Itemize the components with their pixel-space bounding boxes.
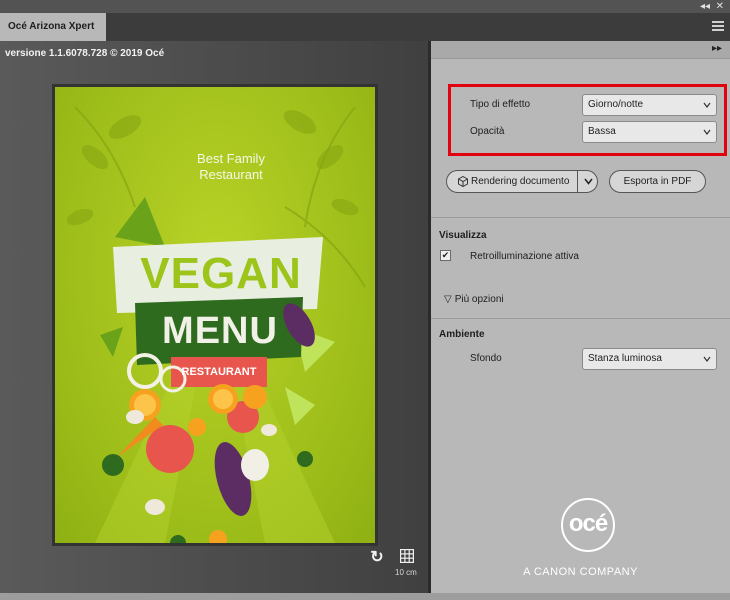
export-pdf-button[interactable]: Esporta in PDF [609,170,706,193]
version-label: versione 1.1.6078.728 © 2019 Océ [5,48,165,59]
scale-label: 10 cm [395,568,417,577]
document-preview: Best Family Restaurant VEGAN MENU RESTAU… [52,84,378,546]
company-tagline: A CANON COMPANY [523,566,638,578]
expand-icon[interactable]: ▸▸ [712,43,722,54]
cube-icon [458,176,468,187]
panel-header: ▸▸ [431,41,730,59]
panel-menu-icon[interactable] [712,21,724,32]
effect-type-label: Tipo di effetto [470,99,531,110]
background-value: Stanza luminosa [588,353,662,364]
opacity-value: Bassa [588,126,616,137]
effect-type-select[interactable]: Giorno/notte [582,94,717,116]
tab-row: Océ Arizona Xpert [0,13,730,41]
opacity-label: Opacità [470,126,505,137]
bottom-bar [0,593,730,600]
collapse-icon[interactable]: ◂◂ [700,0,710,13]
backlight-checkbox[interactable]: ✔ [440,250,451,261]
backlight-label: Retroilluminazione attiva [470,251,579,262]
section-divider [431,217,730,218]
poster-tagline-line2: Restaurant [199,167,263,182]
poster-headline-menu: MENU [162,310,278,352]
chevron-down-icon [703,102,711,108]
preview-pane: versione 1.1.6078.728 © 2019 Océ Best Fa… [0,41,428,593]
more-options-toggle[interactable]: ▽ Più opzioni [444,294,504,305]
rotate-icon[interactable]: ↻ [369,550,385,566]
background-label: Sfondo [470,353,502,364]
poster-image: Best Family Restaurant VEGAN MENU RESTAU… [55,87,375,543]
environment-section-title: Ambiente [439,329,485,340]
chevron-down-icon [703,129,711,135]
title-bar: ◂◂ ✕ [0,0,730,13]
triangle-down-icon: ▽ [444,294,452,305]
render-document-button[interactable]: Rendering documento [446,170,598,193]
section-divider [431,318,730,319]
chevron-down-icon [703,356,711,362]
grid-icon[interactable] [400,549,416,565]
opacity-select[interactable]: Bassa [582,121,717,143]
background-select[interactable]: Stanza luminosa [582,348,717,370]
view-section-title: Visualizza [439,230,487,241]
close-icon[interactable]: ✕ [716,0,724,13]
render-options-chevron-icon[interactable] [584,178,593,185]
poster-tagline-line1: Best Family [197,151,265,166]
poster-badge: RESTAURANT [181,366,257,378]
render-document-label: Rendering documento [471,176,570,187]
more-options-label: Più opzioni [454,294,504,305]
poster-headline-vegan: VEGAN [140,249,302,298]
panel-tab[interactable]: Océ Arizona Xpert [0,13,106,41]
effect-type-value: Giorno/notte [588,99,644,110]
settings-panel: ▸▸ Tipo di effetto Giorno/notte Opacità … [431,41,730,593]
oce-logo: océ [561,498,615,552]
